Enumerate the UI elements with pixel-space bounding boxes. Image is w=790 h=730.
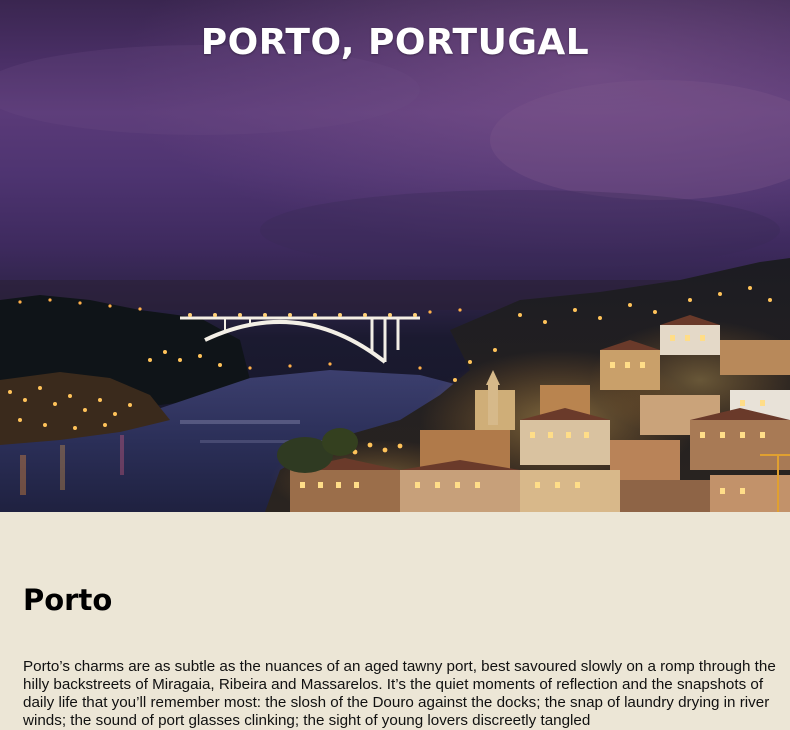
- page-title: PORTO, PORTUGAL: [200, 22, 590, 63]
- hero-banner: PORTO, PORTUGAL: [0, 0, 790, 512]
- hero-image: [0, 0, 790, 512]
- section-heading: Porto: [23, 583, 113, 617]
- intro-paragraph: Porto’s charms are as subtle as the nuan…: [23, 658, 776, 729]
- main-content: Porto Porto’s charms are as subtle as th…: [0, 512, 790, 729]
